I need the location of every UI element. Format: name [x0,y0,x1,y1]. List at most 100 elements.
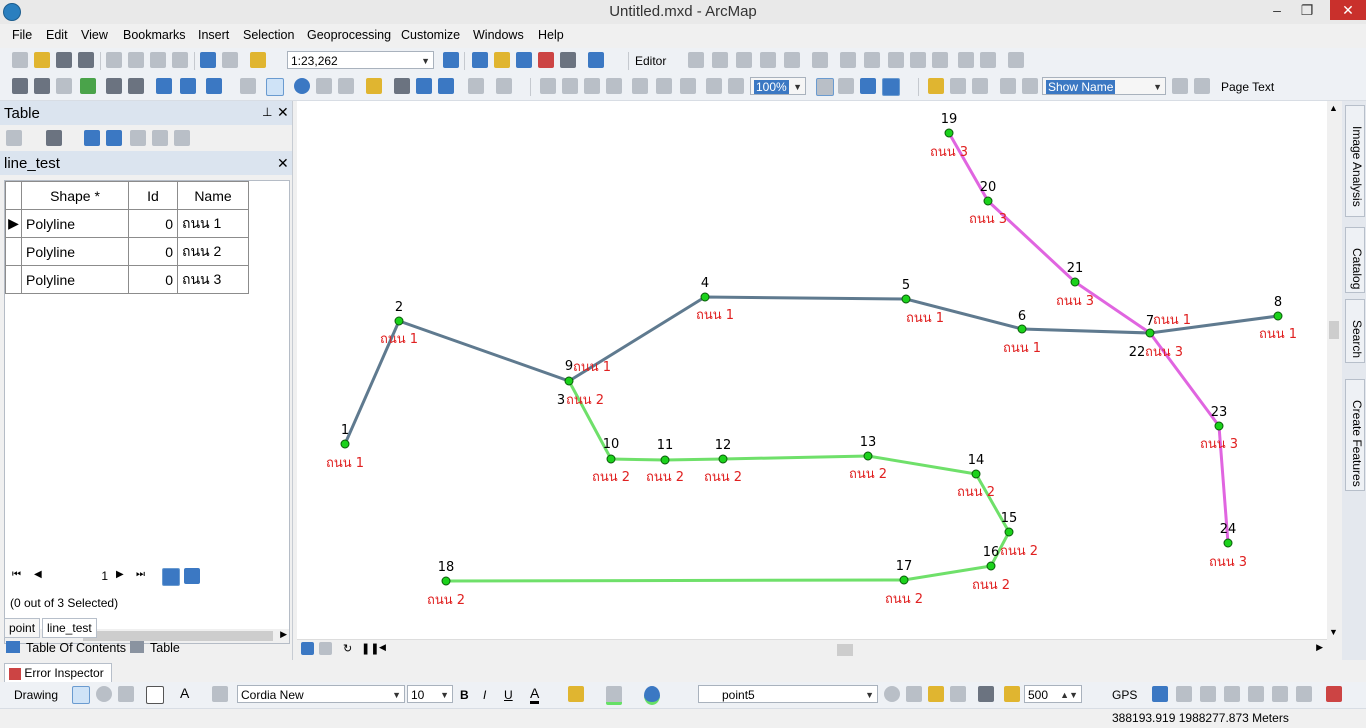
next-record-icon[interactable]: ▶ [116,569,124,580]
find-icon[interactable] [394,78,410,94]
editor-toolbar-icon[interactable] [443,52,459,68]
column-header-name[interactable]: Name [177,181,249,210]
go-back-icon[interactable] [156,78,172,94]
column-header-id[interactable]: Id [128,181,178,210]
underline-button[interactable]: U [504,688,513,702]
table-row[interactable]: Polyline 0 ถนน 2 [5,237,249,266]
map-vertical-scrollbar[interactable]: ▲ ▼ [1327,101,1341,639]
fill-color-icon[interactable] [568,686,584,702]
scroll-left-icon[interactable]: ◀ [379,642,386,653]
scroll-thumb[interactable] [837,644,853,656]
vertex-point-17[interactable] [899,575,909,585]
show-all-records-icon[interactable] [162,568,180,586]
attributes-icon[interactable] [958,52,974,68]
copy-icon[interactable] [128,52,144,68]
sketch-properties-icon[interactable] [980,52,996,68]
data-driven-pages-icon[interactable] [882,78,900,96]
clear-selection-table-icon[interactable] [130,130,146,146]
zoom-out-icon[interactable] [34,78,50,94]
vertex-point-12[interactable] [718,454,728,464]
export-pages-icon[interactable] [972,78,988,94]
previous-record-icon[interactable]: ◀ [34,569,42,580]
select-features-icon[interactable] [206,78,222,94]
font-size-combo[interactable]: 10 ▼ [407,685,453,703]
bold-button[interactable]: B [460,688,469,702]
row-selector[interactable] [5,237,22,266]
menu-view[interactable]: View [81,28,108,42]
vertex-point-4[interactable] [700,292,710,302]
focus-data-frame-icon[interactable] [838,78,854,94]
record-number-field[interactable]: 1 [50,567,112,585]
menu-insert[interactable]: Insert [198,28,229,42]
data-driven-pages-setup-icon[interactable] [928,78,944,94]
zoom-percent-combo[interactable]: 100% ▼ [750,77,806,95]
refresh-icon[interactable]: ↻ [343,642,352,655]
gps-pan-icon[interactable] [1224,686,1240,702]
clear-selection-icon[interactable] [240,78,256,94]
create-features-icon[interactable] [1008,52,1024,68]
print-icon[interactable] [78,52,94,68]
edit-tool-icon[interactable] [688,52,704,68]
calculator-icon[interactable] [978,686,994,702]
zoom-to-selected-icon[interactable] [152,130,168,146]
last-page-icon[interactable] [1194,78,1210,94]
vertex-point-14[interactable] [971,469,981,479]
italic-button[interactable]: I [483,688,486,702]
vertex-point-24[interactable] [1223,538,1233,548]
rotate-icon[interactable] [932,52,948,68]
vertex-point-13[interactable] [863,451,873,461]
cell-shape[interactable]: Polyline [21,237,129,266]
vertex-point-5[interactable] [901,294,911,304]
row-selector[interactable] [5,265,22,294]
add-data-icon[interactable] [250,52,266,68]
page-text-menu[interactable]: Page Text [1221,80,1274,94]
scroll-down-icon[interactable]: ▼ [1329,627,1338,637]
refresh-pages-icon[interactable] [950,78,966,94]
toggle-draft-mode-icon[interactable] [816,78,834,96]
layout-pan-icon[interactable] [584,78,600,94]
map-horizontal-scrollbar[interactable]: ↻ ❚❚ ◀ ▶ [297,639,1327,660]
cell-id[interactable]: 0 [128,209,178,238]
cell-name[interactable]: ถนน 2 [177,237,249,266]
scroll-right-icon[interactable]: ▶ [1316,642,1323,653]
eraser-icon[interactable] [950,686,966,702]
vertex-point-6[interactable] [1017,324,1027,334]
reshape-icon[interactable] [864,52,880,68]
table-layer-tab[interactable]: line_test ✕ [0,151,292,175]
gps-log-icon[interactable] [1200,686,1216,702]
properties-icon[interactable] [928,686,944,702]
display-icon[interactable] [906,686,922,702]
close-table-icon[interactable]: ✕ [277,104,289,121]
cell-name[interactable]: ถนน 3 [177,265,249,294]
close-button[interactable]: ✕ [1330,0,1366,20]
create-viewer-icon[interactable] [496,78,512,94]
identify-icon[interactable] [294,78,310,94]
html-popup-icon[interactable] [338,78,354,94]
find-route-icon[interactable] [416,78,432,94]
cell-id[interactable]: 0 [128,265,178,294]
table-row[interactable]: ▶ Polyline 0 ถนน 1 [5,209,249,238]
straight-segment-icon[interactable] [736,52,752,68]
last-record-icon[interactable]: ⏭ [136,569,145,580]
rotate-icon[interactable] [96,686,112,702]
menu-file[interactable]: File [12,28,32,42]
fixed-zoom-out-layout-icon[interactable] [680,78,696,94]
font-color-button[interactable]: A [530,685,540,704]
vertex-point-18[interactable] [441,576,451,586]
hyperlink-icon[interactable] [316,78,332,94]
error-inspector-tab[interactable]: Error Inspector [4,663,112,683]
fixed-zoom-in-layout-icon[interactable] [656,78,672,94]
redo-icon[interactable] [222,52,238,68]
vertex-point-2[interactable] [394,316,404,326]
vertex-point-7[interactable] [1145,328,1155,338]
split-icon[interactable] [910,52,926,68]
text-icon[interactable]: A [180,685,189,701]
delete-selected-icon[interactable] [174,130,190,146]
vertex-point-16[interactable] [986,561,996,571]
related-tables-icon[interactable] [46,130,62,146]
menu-bookmarks[interactable]: Bookmarks [123,28,186,42]
edit-annotation-icon[interactable] [712,52,728,68]
row-selector-current-icon[interactable]: ▶ [5,209,22,238]
catalog-icon[interactable] [494,52,510,68]
arctoolbox-icon[interactable] [538,52,554,68]
